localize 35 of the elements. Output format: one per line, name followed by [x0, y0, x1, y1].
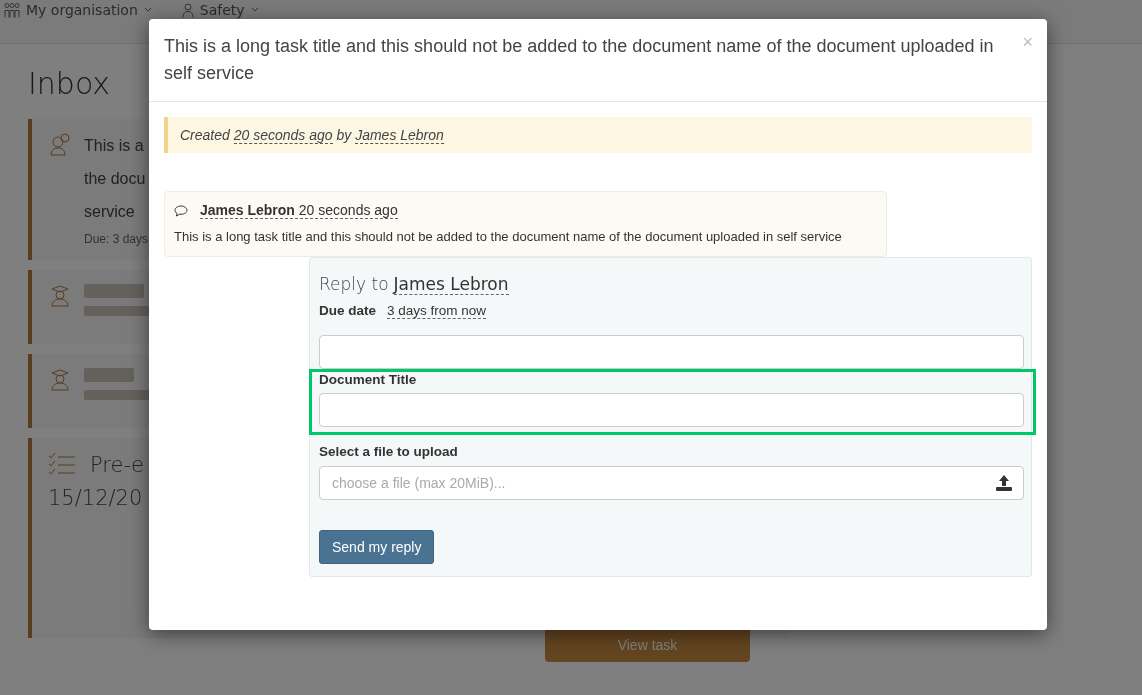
people-icon [4, 2, 20, 18]
chevron-down-icon [143, 7, 152, 13]
blurred-text [84, 284, 144, 298]
speech-bubble-icon [174, 204, 188, 217]
time-link[interactable]: 20 seconds ago [233, 127, 333, 144]
speech-person-icon [48, 133, 72, 157]
input-field[interactable] [319, 335, 1024, 369]
file-label: Select a file to upload [319, 444, 459, 459]
graduate-icon [48, 284, 72, 308]
due-date-label: Due date [319, 303, 376, 318]
person-icon [181, 2, 194, 18]
section-date: 15/12/20 [48, 486, 144, 510]
send-reply-button[interactable]: Send my reply [319, 530, 435, 564]
recipient-link[interactable]: James Lebron [393, 274, 509, 295]
created-text: Created 20 seconds ago by James Lebron [180, 127, 444, 144]
chevron-down-icon [250, 7, 259, 13]
nav-item[interactable]: My organisation [26, 2, 138, 18]
section-title: Pre-e [90, 453, 144, 477]
graduate-icon [48, 368, 72, 392]
card-text: service [84, 202, 136, 222]
due-date-link[interactable]: 3 days from now [387, 303, 487, 319]
file-placeholder: choose a file (max 20MiB)... [332, 475, 506, 491]
nav-item[interactable]: Safety [199, 2, 245, 18]
card-text: the docu [84, 169, 147, 189]
document-title-field[interactable] [319, 393, 1024, 427]
comment-author[interactable]: James Lebron 20 seconds ago [200, 202, 398, 219]
upload-icon [995, 474, 1013, 492]
author-link[interactable]: James Lebron [355, 127, 444, 144]
comment-text: This is a long task title and this should not be added to the document name of the document uploaded in self service [174, 228, 843, 246]
card-text: This is a [84, 136, 145, 156]
document-title-label: Document Title [319, 372, 418, 387]
blurred-text [84, 368, 134, 382]
dialog-title: This is a long task title and this should not be added to the document name of the document uploaded in self service [164, 35, 995, 85]
page-title: Inbox [28, 66, 111, 101]
reply-heading: Reply to [319, 274, 389, 294]
